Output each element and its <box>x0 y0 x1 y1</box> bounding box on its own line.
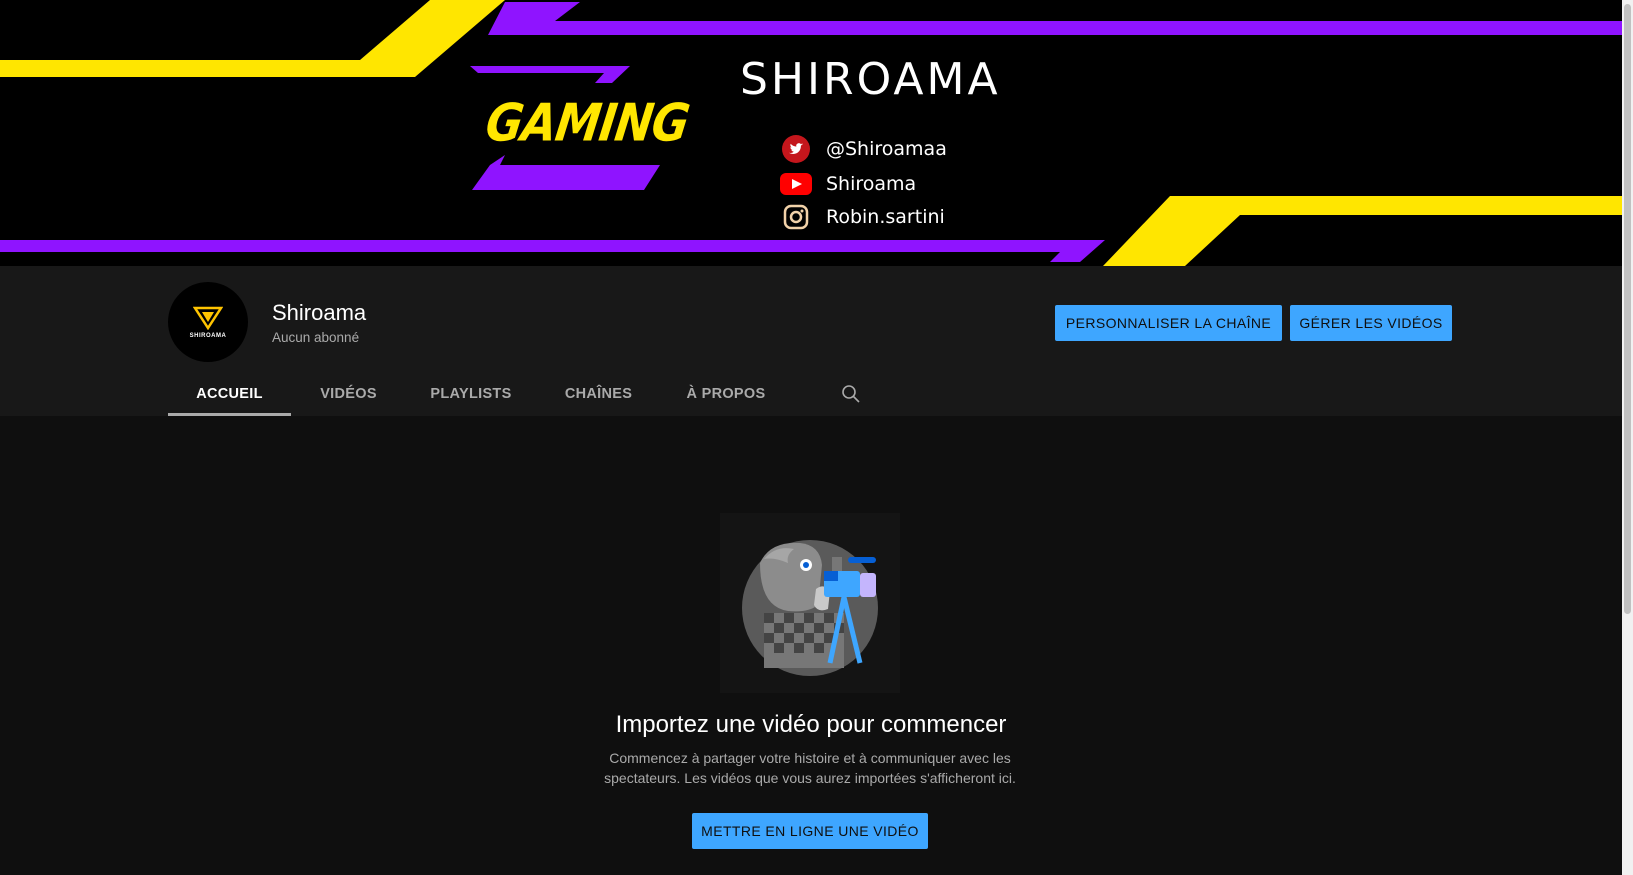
customize-channel-button[interactable]: PERSONNALISER LA CHAÎNE <box>1055 305 1282 341</box>
tab-about[interactable]: À PROPOS <box>661 374 791 414</box>
banner-title: SHIROAMA <box>740 54 1001 105</box>
banner-social-twitter: @Shiroamaa <box>780 135 947 163</box>
tab-home[interactable]: ACCUEIL <box>168 374 291 416</box>
tab-playlists[interactable]: PLAYLISTS <box>406 374 536 414</box>
twitter-handle: @Shiroamaa <box>826 138 947 160</box>
youtube-handle: Shiroama <box>826 173 917 195</box>
avatar-logo-icon <box>193 306 223 330</box>
channel-name: Shiroama <box>272 300 367 325</box>
channel-content: Importez une vidéo pour commencer Commen… <box>0 416 1622 875</box>
youtube-icon <box>780 170 812 198</box>
channel-search-button[interactable] <box>841 374 861 414</box>
twitter-icon <box>780 135 812 163</box>
channel-banner: GAMING SHIROAMA @Shiroamaa Shiroama Robi… <box>0 0 1622 266</box>
channel-avatar[interactable]: SHIROAMA <box>168 282 248 362</box>
instagram-handle: Robin.sartini <box>826 206 945 228</box>
tab-channels[interactable]: CHAÎNES <box>536 374 661 414</box>
banner-gaming-badge: GAMING <box>482 92 693 154</box>
empty-state-title: Importez une vidéo pour commencer <box>615 711 1007 738</box>
search-icon <box>842 385 860 403</box>
subscriber-count: Aucun abonné <box>272 330 360 345</box>
upload-illustration <box>720 513 900 693</box>
scrollbar-thumb[interactable] <box>1624 4 1631 614</box>
avatar-text: SHIROAMA <box>189 332 227 339</box>
upload-video-button[interactable]: METTRE EN LIGNE UNE VIDÉO <box>692 813 928 849</box>
empty-state-description: Commencez à partager votre histoire et à… <box>604 750 1016 786</box>
channel-header: SHIROAMA Shiroama Aucun abonné PERSONNAL… <box>0 266 1622 416</box>
banner-social-instagram: Robin.sartini <box>780 203 945 231</box>
page-scrollbar[interactable] <box>1622 0 1633 875</box>
manage-videos-button[interactable]: GÉRER LES VIDÉOS <box>1290 305 1452 341</box>
tab-videos[interactable]: VIDÉOS <box>291 374 406 414</box>
banner-social-youtube: Shiroama <box>780 170 916 198</box>
channel-tabs: ACCUEIL VIDÉOS PLAYLISTS CHAÎNES À PROPO… <box>168 374 861 416</box>
instagram-icon <box>780 203 812 231</box>
